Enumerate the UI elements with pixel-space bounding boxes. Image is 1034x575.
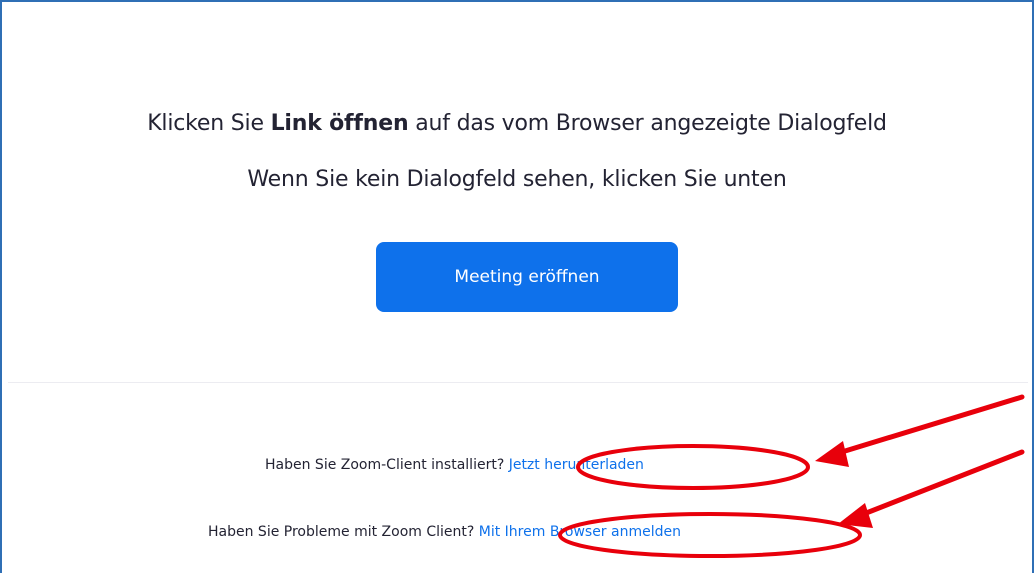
- instruction-text-end: auf das vom Browser angezeigte Dialogfel…: [408, 111, 887, 136]
- download-now-link[interactable]: Jetzt herunterladen: [509, 457, 644, 473]
- join-from-browser-link[interactable]: Mit Ihrem Browser anmelden: [479, 524, 681, 540]
- instruction-line-2: Wenn Sie kein Dialogfeld sehen, klicken …: [247, 167, 787, 192]
- install-question: Haben Sie Zoom-Client installiert?: [265, 457, 505, 473]
- instruction-text-start: Klicken Sie: [147, 111, 271, 136]
- problem-question: Haben Sie Probleme mit Zoom Client?: [208, 524, 475, 540]
- instruction-line-1: Klicken Sie Link öffnen auf das vom Brow…: [0, 111, 1034, 136]
- open-link-emphasis: Link öffnen: [270, 111, 409, 136]
- divider: [8, 382, 1028, 383]
- install-help-line: Haben Sie Zoom-Client installiert? Jetzt…: [265, 457, 644, 473]
- problem-help-line: Haben Sie Probleme mit Zoom Client? Mit …: [208, 524, 681, 540]
- launch-meeting-button[interactable]: Meeting eröffnen: [376, 242, 678, 312]
